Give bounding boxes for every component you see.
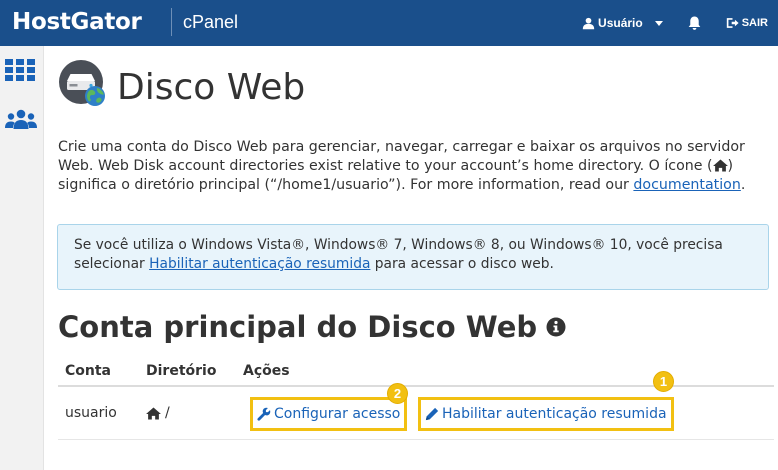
brand-divider (171, 8, 172, 36)
alert-digest-auth-link[interactable]: Habilitar autenticação resumida (149, 256, 370, 272)
account-name: usuario (65, 405, 117, 421)
enable-digest-auth-button[interactable]: Habilitar autenticação resumida (418, 397, 674, 431)
section-title: Conta principal do Disco Web (58, 308, 566, 346)
logout-icon (726, 18, 739, 28)
user-menu-label: Usuário (598, 16, 643, 30)
info-icon[interactable] (546, 317, 566, 337)
left-sidebar (0, 46, 44, 470)
notifications-button[interactable] (687, 15, 702, 31)
web-disk-icon (58, 59, 106, 112)
configure-access-label: Configurar acesso (274, 406, 401, 422)
accounts-table: Conta Diretório Ações usuario / Configur… (58, 359, 774, 440)
home-icon (712, 159, 728, 172)
step-badge-1: 1 (653, 371, 674, 392)
main-content: Disco Web Crie uma conta do Disco Web pa… (44, 46, 778, 470)
logout-button[interactable]: SAIR (726, 17, 768, 29)
hostgator-logo[interactable]: HostGator (12, 6, 142, 38)
sidebar-item-home[interactable] (5, 59, 35, 86)
topbar-actions: Usuário SAIR (582, 0, 778, 46)
enable-digest-auth-label: Habilitar autenticação resumida (442, 406, 667, 422)
bell-icon (688, 16, 701, 30)
column-header-account: Conta (65, 363, 111, 379)
home-icon (146, 406, 161, 420)
cpanel-label: cPanel (183, 12, 239, 32)
directory-cell: / (146, 405, 170, 421)
column-header-directory: Diretório (146, 363, 217, 379)
sidebar-item-users[interactable] (5, 109, 37, 134)
users-icon (5, 109, 37, 129)
wrench-icon (257, 407, 271, 421)
directory-path: / (165, 405, 170, 421)
page-description: Crie uma conta do Disco Web para gerenci… (58, 139, 746, 193)
step-badge-2: 2 (387, 383, 408, 404)
pencil-icon (425, 407, 439, 421)
info-alert: Se você utiliza o Windows Vista®, Window… (57, 224, 769, 290)
top-bar: HostGator cPanel Usuário SAIR (0, 0, 778, 46)
grid-icon (5, 59, 35, 81)
user-icon (582, 17, 595, 29)
documentation-link[interactable]: documentation (633, 177, 740, 193)
user-menu[interactable]: Usuário (582, 16, 663, 30)
column-header-actions: Ações (243, 363, 290, 379)
table-row: usuario / Configurar acesso 2 Habilitar … (58, 371, 774, 440)
chevron-down-icon (654, 20, 663, 26)
page-title: Disco Web (117, 67, 306, 108)
configure-access-button[interactable]: Configurar acesso (250, 397, 408, 431)
logout-label: SAIR (741, 17, 768, 29)
